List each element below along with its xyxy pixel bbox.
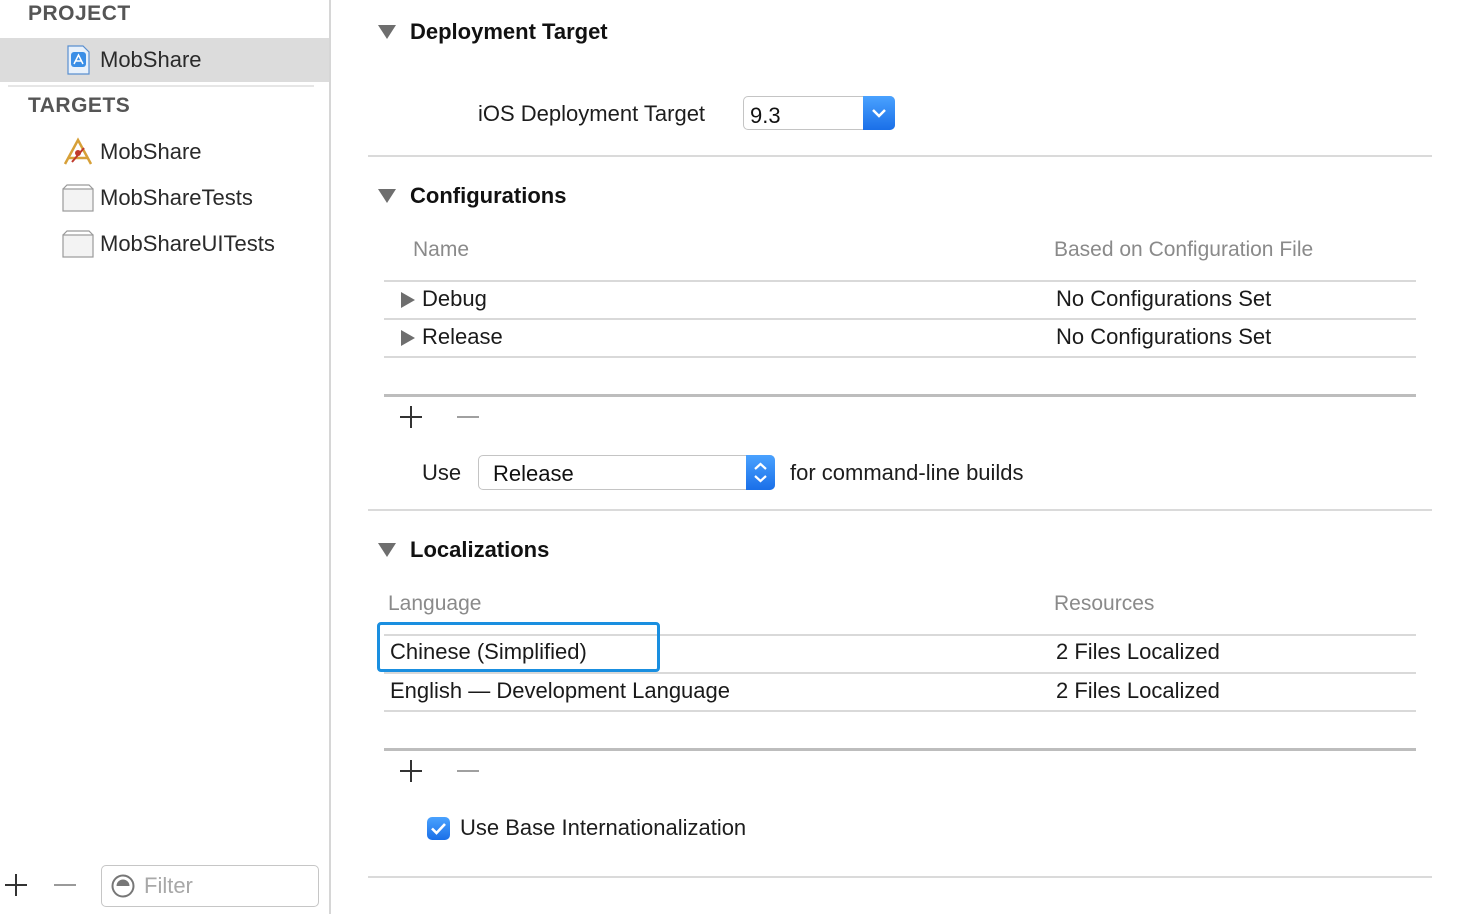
table-row-divider bbox=[384, 356, 1416, 358]
table-row-divider bbox=[384, 710, 1416, 712]
app-project-icon bbox=[67, 45, 90, 75]
language-resources: 2 Files Localized bbox=[1056, 678, 1220, 703]
add-target-plus-icon[interactable] bbox=[3, 872, 29, 898]
sidebar-item-label: MobShare bbox=[100, 139, 202, 164]
sidebar-item-label: MobShareUITests bbox=[100, 231, 275, 256]
column-header-language[interactable]: Language bbox=[388, 592, 481, 616]
remove-localization-minus-icon[interactable] bbox=[456, 759, 480, 783]
project-editor: Deployment Target iOS Deployment Target … bbox=[333, 0, 1460, 914]
language-name: English — Development Language bbox=[390, 678, 731, 703]
disclosure-triangle-right-icon[interactable] bbox=[400, 291, 416, 309]
filter-input[interactable] bbox=[144, 872, 309, 900]
combobox-dropdown-button[interactable] bbox=[863, 96, 895, 130]
targets-header: TARGETS bbox=[28, 94, 131, 117]
ios-deployment-target-label: iOS Deployment Target bbox=[478, 101, 706, 126]
table-row-divider bbox=[384, 318, 1416, 320]
table-row-divider bbox=[384, 672, 1416, 674]
bundle-icon bbox=[62, 230, 94, 258]
base-internationalization-checkbox[interactable] bbox=[427, 817, 450, 840]
command-line-builds-label: for command-line builds bbox=[790, 460, 1024, 485]
table-bottom-divider bbox=[384, 748, 1416, 751]
config-file: No Configurations Set bbox=[1056, 324, 1272, 349]
ios-deployment-target-value: 9.3 bbox=[750, 103, 781, 128]
sidebar-item-label: MobShareTests bbox=[100, 185, 253, 210]
use-label: Use bbox=[422, 460, 462, 485]
table-bottom-divider bbox=[384, 394, 1416, 397]
sidebar-item-target-mobshareuitests[interactable]: MobShareUITests bbox=[0, 222, 329, 266]
project-header: PROJECT bbox=[28, 2, 131, 25]
popup-stepper-button[interactable] bbox=[746, 455, 775, 490]
sidebar-item-target-mobshare[interactable]: MobShare bbox=[0, 130, 329, 174]
section-divider bbox=[368, 876, 1432, 878]
add-localization-plus-icon[interactable] bbox=[399, 759, 423, 783]
base-internationalization-label[interactable]: Use Base Internationalization bbox=[460, 815, 746, 841]
highlight-annotation-box bbox=[377, 622, 660, 672]
bundle-icon bbox=[62, 184, 94, 212]
chevron-updown-icon bbox=[754, 462, 767, 483]
disclosure-triangle-down-icon[interactable] bbox=[377, 188, 397, 204]
remove-target-minus-icon[interactable] bbox=[52, 872, 78, 898]
column-header-name[interactable]: Name bbox=[413, 238, 469, 262]
ios-deployment-target-combobox[interactable]: 9.3 bbox=[743, 96, 895, 130]
disclosure-triangle-down-icon[interactable] bbox=[377, 24, 397, 40]
section-title-deployment: Deployment Target bbox=[410, 19, 608, 44]
section-title-configurations: Configurations bbox=[410, 183, 567, 208]
sidebar-divider bbox=[8, 85, 314, 87]
section-divider bbox=[368, 155, 1432, 157]
command-line-build-config-popup[interactable]: Release bbox=[478, 455, 775, 490]
config-file: No Configurations Set bbox=[1056, 286, 1272, 311]
app-target-icon bbox=[63, 137, 93, 165]
table-header-divider bbox=[384, 280, 1416, 282]
filter-field[interactable] bbox=[101, 865, 319, 907]
sidebar-item-target-mobsharetests[interactable]: MobShareTests bbox=[0, 176, 329, 220]
disclosure-triangle-down-icon[interactable] bbox=[377, 542, 397, 558]
column-header-resources[interactable]: Resources bbox=[1054, 592, 1154, 616]
chevron-down-icon bbox=[872, 109, 886, 118]
filter-icon bbox=[111, 874, 135, 898]
sidebar-item-project-mobshare[interactable]: MobShare bbox=[0, 38, 329, 82]
column-header-config-file[interactable]: Based on Configuration File bbox=[1054, 238, 1313, 262]
navigator-sidebar: PROJECT MobShare TARGETS MobShare MobSha… bbox=[0, 0, 331, 914]
command-line-build-config-value: Release bbox=[493, 461, 574, 486]
config-name: Release bbox=[422, 324, 503, 349]
section-divider bbox=[368, 509, 1432, 511]
checkmark-icon bbox=[431, 823, 446, 835]
language-resources: 2 Files Localized bbox=[1056, 639, 1220, 664]
config-name: Debug bbox=[422, 286, 487, 311]
section-title-localizations: Localizations bbox=[410, 537, 550, 562]
add-configuration-plus-icon[interactable] bbox=[399, 405, 423, 429]
remove-configuration-minus-icon[interactable] bbox=[456, 405, 480, 429]
disclosure-triangle-right-icon[interactable] bbox=[400, 329, 416, 347]
sidebar-item-label: MobShare bbox=[100, 47, 202, 72]
